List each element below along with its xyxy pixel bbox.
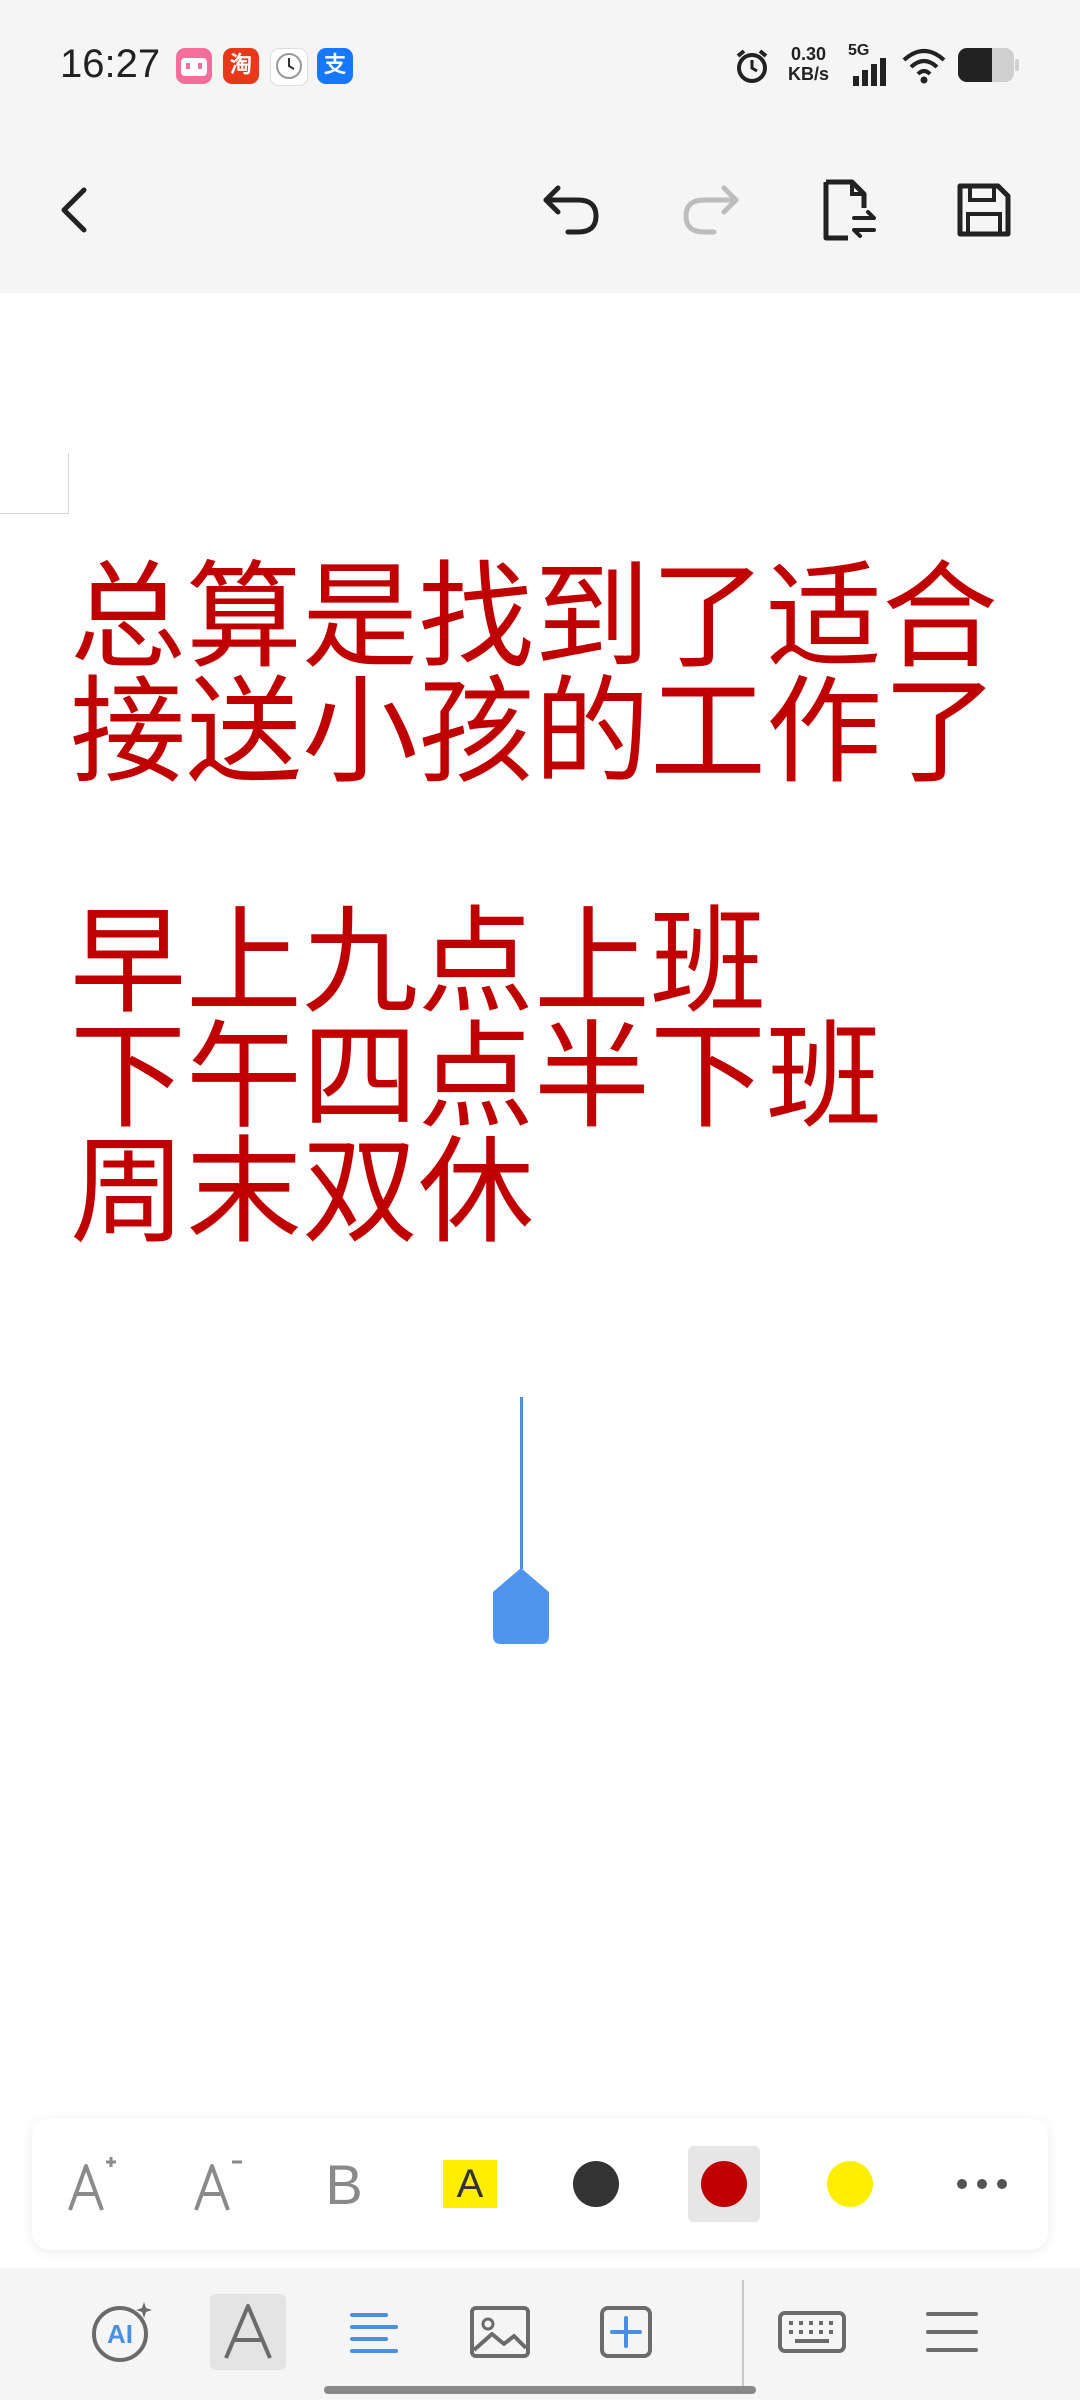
editor-toolbar [0,130,1080,293]
decrease-font-button[interactable] [178,2144,258,2224]
paragraph-align-button[interactable] [334,2292,414,2372]
ai-icon: AI [92,2302,152,2362]
alarm-icon [736,49,768,83]
taobao-label: 淘 [229,53,252,78]
network-speed-value: 0.30 [790,44,827,64]
bold-label: B [325,2152,363,2216]
bilibili-app-icon [176,48,212,84]
document-line-5[interactable]: 下午四点半下班 [70,1018,882,1138]
insert-image-button[interactable] [460,2292,540,2372]
alipay-label: 支 [323,53,346,78]
format-panel: B A [32,2118,1048,2250]
more-icon [957,2179,1007,2189]
clock-app-icon [270,48,308,86]
page-margin-marker [0,453,69,514]
wifi-icon [902,49,946,84]
status-bar: 16:27 淘 支 0.30 KB/s 5G [0,0,1080,130]
battery-icon [958,48,1019,82]
color-yellow-button[interactable] [810,2144,890,2224]
highlight-button[interactable]: A [430,2144,510,2224]
taobao-app-icon: 淘 [223,48,259,84]
insert-button[interactable] [586,2292,666,2372]
ai-assistant-button[interactable]: AI [82,2292,162,2372]
undo-button[interactable] [532,170,612,250]
color-swatch-yellow [827,2161,873,2207]
signal-bars-icon [853,58,886,86]
text-format-icon [224,2304,272,2359]
toolbar-divider [742,2280,744,2390]
document-switch-icon [823,179,876,241]
redo-button[interactable] [670,170,750,250]
paragraph-align-icon [350,2313,398,2353]
home-indicator[interactable] [324,2386,756,2394]
text-cursor [520,1397,523,1569]
document-line-4[interactable]: 早上九点上班 [70,903,766,1023]
insert-icon [600,2306,652,2358]
highlight-label: A [443,2160,497,2208]
save-button[interactable] [944,170,1024,250]
status-time: 16:27 [60,42,161,86]
document-line-2[interactable]: 接送小孩的工作了 [70,673,998,793]
color-black-button[interactable] [556,2144,636,2224]
back-button[interactable] [34,170,114,250]
more-options-button[interactable] [942,2144,1022,2224]
image-icon [470,2306,530,2358]
save-icon [957,183,1011,237]
alipay-app-icon: 支 [317,48,353,84]
color-swatch-red [701,2161,747,2207]
keyboard-toggle-button[interactable] [772,2292,852,2372]
battery-level [958,48,992,82]
network-speed: 0.30 KB/s [788,44,829,84]
document-line-1[interactable]: 总算是找到了适合 [70,558,998,678]
text-format-button[interactable] [210,2294,286,2370]
document-canvas[interactable]: 总算是找到了适合 接送小孩的工作了 早上九点上班 下午四点半下班 周末双休 [0,293,1080,2103]
undo-icon [543,185,599,235]
back-arrow-icon [61,187,87,233]
file-switch-button[interactable] [808,170,888,250]
ai-label: AI [107,2319,133,2349]
document-line-6[interactable]: 周末双休 [70,1133,534,1253]
menu-icon [926,2312,978,2352]
signal-indicator: 5G [848,42,890,88]
increase-font-button[interactable] [52,2144,132,2224]
redo-icon [683,185,739,235]
bold-button[interactable]: B [304,2144,384,2224]
font-decrease-icon [194,2160,242,2211]
keyboard-icon [778,2311,846,2353]
bottom-tool-bar: AI [0,2268,1080,2400]
color-red-button[interactable] [688,2146,760,2222]
font-increase-icon [68,2157,116,2211]
cursor-handle[interactable] [491,1566,551,1646]
network-speed-unit: KB/s [788,64,830,84]
menu-button[interactable] [912,2292,992,2372]
color-swatch-black [573,2161,619,2207]
